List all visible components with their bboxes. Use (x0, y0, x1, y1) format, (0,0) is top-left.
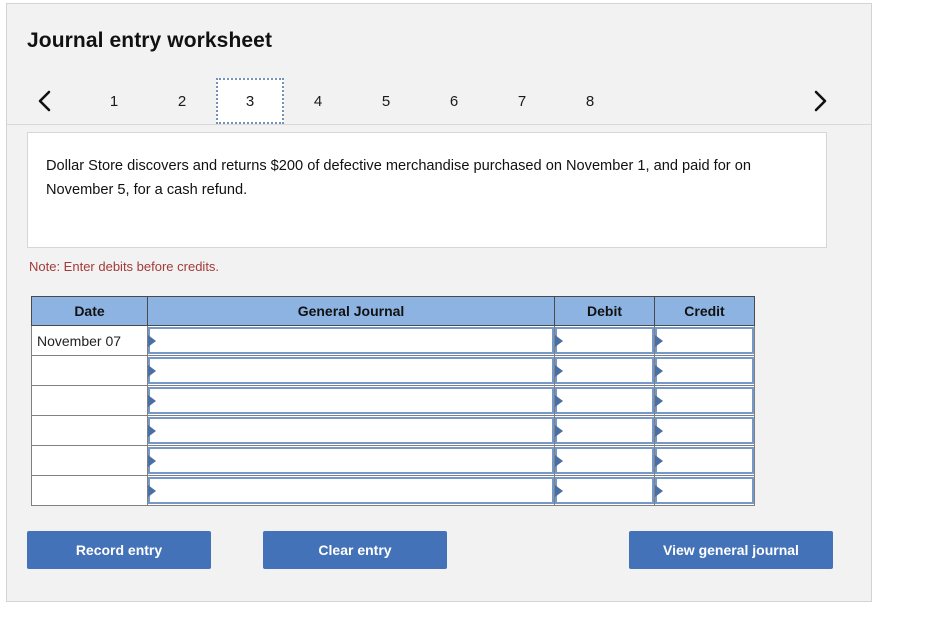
page-title: Journal entry worksheet (27, 29, 273, 52)
credit-cell[interactable] (654, 445, 755, 476)
credit-input[interactable] (655, 327, 754, 354)
general-journal-input[interactable] (148, 417, 554, 444)
table-row (31, 385, 755, 416)
date-cell[interactable]: November 07 (31, 325, 148, 356)
tab-8[interactable]: 8 (556, 78, 624, 124)
dropdown-marker-icon (555, 334, 563, 347)
general-journal-input[interactable] (148, 477, 554, 504)
debit-cell[interactable] (554, 385, 655, 416)
dropdown-marker-icon (148, 334, 156, 347)
general-journal-cell[interactable] (147, 445, 555, 476)
debits-before-credits-note: Note: Enter debits before credits. (29, 259, 220, 274)
dropdown-marker-icon (655, 484, 663, 497)
column-header-date: Date (31, 296, 148, 326)
tab-5[interactable]: 5 (352, 78, 420, 124)
debit-input[interactable] (555, 477, 654, 504)
general-journal-input[interactable] (148, 327, 554, 354)
date-cell[interactable] (31, 355, 148, 386)
dropdown-marker-icon (655, 454, 663, 467)
dropdown-marker-icon (555, 424, 563, 437)
credit-input[interactable] (655, 417, 754, 444)
tab-1[interactable]: 1 (80, 78, 148, 124)
column-header-general-journal: General Journal (147, 296, 555, 326)
tab-2[interactable]: 2 (148, 78, 216, 124)
debit-input[interactable] (555, 447, 654, 474)
debit-input[interactable] (555, 327, 654, 354)
record-entry-button[interactable]: Record entry (27, 531, 211, 569)
credit-cell[interactable] (654, 475, 755, 506)
dropdown-marker-icon (655, 424, 663, 437)
dropdown-marker-icon (655, 364, 663, 377)
credit-cell[interactable] (654, 385, 755, 416)
table-row (31, 475, 755, 506)
column-header-credit: Credit (654, 296, 755, 326)
date-cell[interactable] (31, 475, 148, 506)
general-journal-cell[interactable] (147, 385, 555, 416)
clear-entry-button[interactable]: Clear entry (263, 531, 447, 569)
general-journal-cell[interactable] (147, 415, 555, 446)
table-row (31, 415, 755, 446)
dropdown-marker-icon (655, 334, 663, 347)
dropdown-marker-icon (148, 364, 156, 377)
debit-cell[interactable] (554, 355, 655, 386)
debit-cell[interactable] (554, 415, 655, 446)
credit-cell[interactable] (654, 325, 755, 356)
debit-input[interactable] (555, 417, 654, 444)
table-row (31, 355, 755, 386)
date-cell[interactable] (31, 445, 148, 476)
credit-input[interactable] (655, 387, 754, 414)
credit-cell[interactable] (654, 415, 755, 446)
table-row (31, 445, 755, 476)
debit-input[interactable] (555, 357, 654, 384)
table-header-row: Date General Journal Debit Credit (31, 296, 755, 326)
general-journal-cell[interactable] (147, 355, 555, 386)
chevron-left-icon[interactable] (25, 78, 65, 124)
credit-input[interactable] (655, 357, 754, 384)
dropdown-marker-icon (555, 364, 563, 377)
column-header-debit: Debit (554, 296, 655, 326)
debit-cell[interactable] (554, 445, 655, 476)
worksheet-tab-bar: 1 2 3 4 5 6 7 8 (7, 78, 871, 125)
tab-3[interactable]: 3 (216, 78, 284, 124)
tab-7[interactable]: 7 (488, 78, 556, 124)
tab-6[interactable]: 6 (420, 78, 488, 124)
general-journal-cell[interactable] (147, 475, 555, 506)
credit-input[interactable] (655, 477, 754, 504)
general-journal-input[interactable] (148, 357, 554, 384)
general-journal-cell[interactable] (147, 325, 555, 356)
general-journal-input[interactable] (148, 387, 554, 414)
dropdown-marker-icon (655, 394, 663, 407)
credit-cell[interactable] (654, 355, 755, 386)
journal-entry-table: Date General Journal Debit Credit Novemb… (31, 296, 755, 506)
dropdown-marker-icon (148, 394, 156, 407)
date-cell[interactable] (31, 385, 148, 416)
debit-cell[interactable] (554, 475, 655, 506)
tab-4[interactable]: 4 (284, 78, 352, 124)
view-general-journal-button[interactable]: View general journal (629, 531, 833, 569)
debit-cell[interactable] (554, 325, 655, 356)
dropdown-marker-icon (148, 454, 156, 467)
dropdown-marker-icon (555, 484, 563, 497)
credit-input[interactable] (655, 447, 754, 474)
general-journal-input[interactable] (148, 447, 554, 474)
transaction-description-text: Dollar Store discovers and returns $200 … (46, 158, 751, 198)
journal-entry-panel: Journal entry worksheet 1 2 3 4 5 6 7 8 … (6, 3, 872, 602)
dropdown-marker-icon (555, 394, 563, 407)
date-cell[interactable] (31, 415, 148, 446)
dropdown-marker-icon (555, 454, 563, 467)
debit-input[interactable] (555, 387, 654, 414)
table-row: November 07 (31, 325, 755, 356)
dropdown-marker-icon (148, 484, 156, 497)
dropdown-marker-icon (148, 424, 156, 437)
transaction-description-box: Dollar Store discovers and returns $200 … (27, 132, 827, 248)
chevron-right-icon[interactable] (800, 78, 840, 124)
